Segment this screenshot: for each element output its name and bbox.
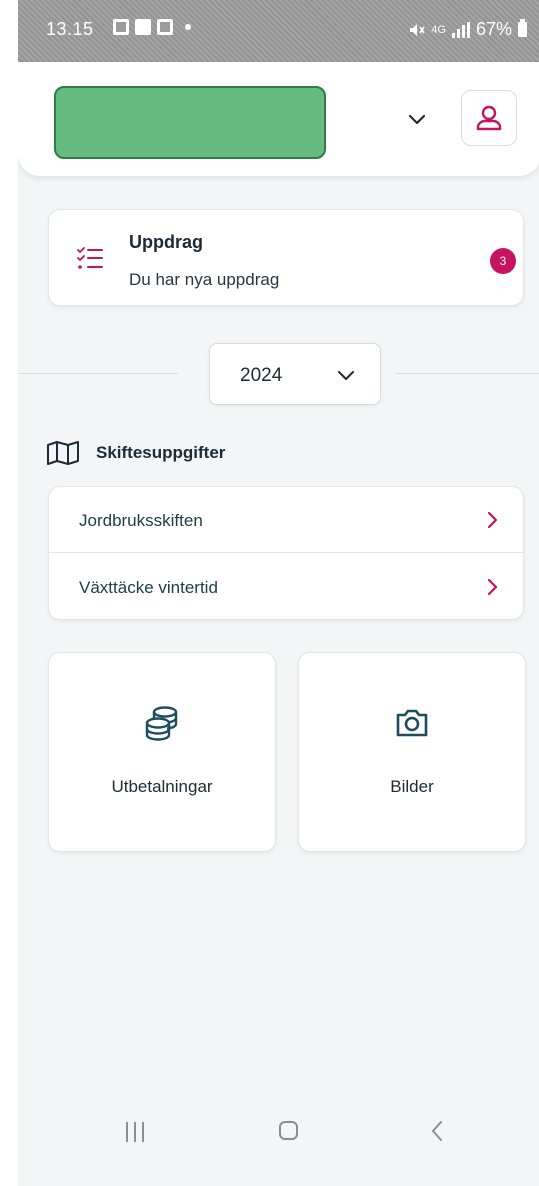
profile-button[interactable] [461, 90, 517, 146]
list-item-jordbruksskiften[interactable]: Jordbruksskiften [49, 487, 523, 553]
uppdrag-subtitle: Du har nya uppdrag [129, 270, 280, 289]
organization-selector[interactable] [54, 86, 326, 159]
year-select[interactable]: 2024 [209, 343, 381, 405]
home-icon[interactable] [279, 1121, 298, 1140]
chevron-right-icon [487, 578, 498, 596]
camera-icon [396, 709, 428, 737]
gallery-notification-icon [113, 19, 129, 35]
signal-icon [451, 21, 470, 38]
notification-badge: 3 [490, 248, 516, 274]
status-bar: 13.15 4G 67% [18, 0, 539, 62]
tile-label: Bilder [390, 777, 434, 796]
list-item-vaxttacke-vintertid[interactable]: Växttäcke vintertid [49, 554, 523, 620]
mute-icon [410, 23, 425, 36]
tile-label: Utbetalningar [111, 777, 213, 796]
tile-bilder[interactable]: Bilder [298, 652, 526, 852]
back-icon[interactable] [430, 1120, 444, 1142]
user-icon [476, 105, 502, 131]
app-notification-icon-2 [157, 19, 173, 35]
status-time: 13.15 [46, 19, 94, 39]
year-value: 2024 [240, 365, 283, 386]
section-label: Skiftesuppgifter [96, 443, 226, 462]
skiftesuppgifter-heading: Skiftesuppgifter [46, 441, 225, 465]
battery-icon [518, 19, 527, 37]
network-type: 4G [431, 23, 446, 36]
list-item-label: Jordbruksskiften [79, 511, 203, 530]
map-icon [47, 441, 79, 465]
chevron-down-icon[interactable] [406, 109, 428, 129]
chevron-right-icon [487, 511, 498, 529]
system-navigation-bar [18, 1102, 539, 1186]
notification-icons [113, 19, 191, 35]
recents-icon[interactable] [126, 1122, 144, 1142]
status-right: 4G 67% [409, 19, 527, 40]
app-screen: 13.15 4G 67% Uppdrag Du har nya uppdrag … [18, 0, 539, 1186]
uppdrag-card[interactable]: Uppdrag Du har nya uppdrag 3 [48, 209, 524, 306]
tile-utbetalningar[interactable]: Utbetalningar [48, 652, 276, 852]
list-item-label: Växttäcke vintertid [79, 578, 218, 597]
year-divider-left [18, 373, 178, 374]
app-notification-icon [135, 19, 151, 35]
year-divider-right [396, 373, 539, 374]
battery-percent: 67% [475, 19, 512, 39]
skiftesuppgifter-list: Jordbruksskiften Växttäcke vintertid [48, 486, 524, 620]
coins-icon [145, 706, 178, 741]
checklist-icon [77, 247, 103, 269]
app-header [18, 62, 539, 176]
more-notifications-icon [185, 24, 191, 30]
uppdrag-title: Uppdrag [129, 232, 203, 252]
chevron-down-icon [338, 371, 354, 380]
